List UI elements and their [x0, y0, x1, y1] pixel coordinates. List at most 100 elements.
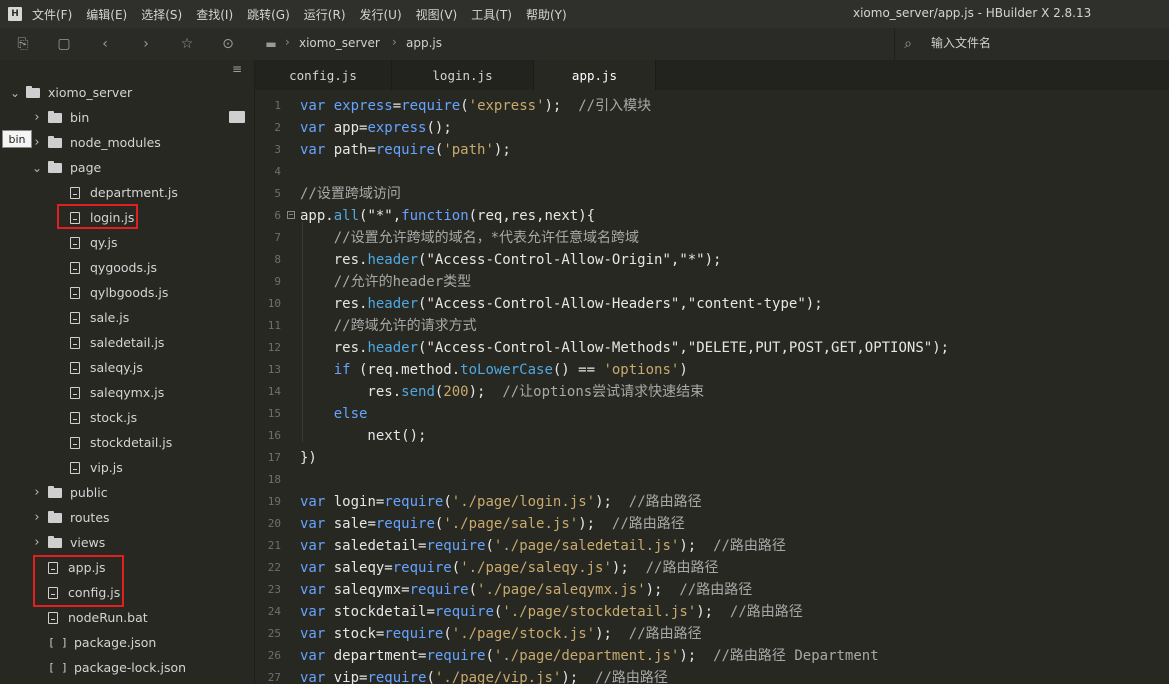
menu-find[interactable]: 查找(I) — [196, 6, 233, 23]
code-line[interactable]: 26 var department=require('./page/departm… — [255, 645, 1169, 667]
code-text: var vip=require('./page/vip.js'); //路由路径 — [300, 670, 668, 684]
line-number: 26 — [267, 649, 281, 662]
tab-config-js[interactable]: config.js — [255, 60, 392, 90]
tree-item[interactable]: › node_modules — [0, 130, 254, 155]
star-icon[interactable]: ☆ — [178, 35, 196, 53]
sidebar-menu-icon[interactable]: ≡ — [232, 62, 242, 76]
project-icon — [26, 85, 40, 98]
menu-goto[interactable]: 跳转(G) — [247, 6, 290, 23]
tree-item-label: nodeRun.bat — [68, 610, 148, 625]
breadcrumb-file[interactable]: app.js — [406, 36, 442, 50]
tree-item[interactable]: qylbgoods.js — [0, 280, 254, 305]
code-line[interactable]: 27 var vip=require('./page/vip.js'); //路由… — [255, 667, 1169, 684]
tree-item[interactable]: › bin — [0, 105, 254, 130]
chevron-down-icon[interactable]: ⌄ — [8, 86, 22, 100]
tree-item[interactable]: department.js — [0, 180, 254, 205]
save-icon[interactable]: ▢ — [55, 35, 73, 53]
code-line[interactable]: 23 var saleqymx=require('./page/saleqymx.… — [255, 579, 1169, 601]
forward-icon[interactable]: › — [137, 35, 155, 53]
menu-publish[interactable]: 发行(U) — [360, 6, 402, 23]
code-line[interactable]: 13 if (req.method.toLowerCase() == 'opti… — [255, 359, 1169, 381]
tree-item[interactable]: ⌄ page — [0, 155, 254, 180]
folder-icon: ▬ — [265, 37, 277, 51]
line-number: 17 — [267, 451, 281, 464]
line-number: 23 — [267, 583, 281, 596]
code-text: var app=express(); — [300, 120, 452, 136]
chevron-right-icon[interactable]: › — [30, 135, 44, 150]
open-folder-icon[interactable] — [229, 111, 245, 123]
line-number: 11 — [267, 319, 281, 332]
tree-item[interactable]: [ ] package-lock.json — [0, 655, 254, 680]
code-line[interactable]: 18 — [255, 469, 1169, 491]
code-line[interactable]: 12 res.header("Access-Control-Allow-Meth… — [255, 337, 1169, 359]
tree-item[interactable]: stock.js — [0, 405, 254, 430]
code-line[interactable]: 10 res.header("Access-Control-Allow-Head… — [255, 293, 1169, 315]
tree-item[interactable]: vip.js — [0, 455, 254, 480]
code-line[interactable]: 11 //跨域允许的请求方式 — [255, 315, 1169, 337]
chevron-right-icon[interactable]: › — [30, 535, 44, 550]
code-line[interactable]: 17}) — [255, 447, 1169, 469]
code-text: var express=require('express'); //引入模块 — [300, 98, 652, 114]
line-number: 16 — [267, 429, 281, 442]
chevron-right-icon[interactable]: › — [30, 510, 44, 525]
code-line[interactable]: 20 var sale=require('./page/sale.js'); //… — [255, 513, 1169, 535]
code-line[interactable]: 15 else — [255, 403, 1169, 425]
code-text: var saledetail=require('./page/saledetai… — [300, 538, 786, 554]
code-line[interactable]: 25 var stock=require('./page/stock.js'); … — [255, 623, 1169, 645]
tree-item[interactable]: sale.js — [0, 305, 254, 330]
tree-item[interactable]: saledetail.js — [0, 330, 254, 355]
back-icon[interactable]: ‹ — [96, 35, 114, 53]
tree-item-label: qylbgoods.js — [90, 285, 169, 300]
code-line[interactable]: 4 — [255, 161, 1169, 183]
code-text: if (req.method.toLowerCase() == 'options… — [333, 362, 688, 378]
fold-toggle-icon[interactable]: − — [287, 211, 295, 219]
file-icon — [70, 361, 80, 374]
menu-help[interactable]: 帮助(Y) — [526, 6, 567, 23]
tree-item[interactable]: stockdetail.js — [0, 430, 254, 455]
tree-item[interactable]: qygoods.js — [0, 255, 254, 280]
line-number: 18 — [267, 473, 281, 486]
menu-run[interactable]: 运行(R) — [304, 6, 346, 23]
code-line[interactable]: 8 res.header("Access-Control-Allow-Origi… — [255, 249, 1169, 271]
tree-item[interactable]: › views — [0, 530, 254, 555]
breadcrumb-project[interactable]: xiomo_server — [299, 36, 380, 50]
tree-item[interactable]: saleqymx.js — [0, 380, 254, 405]
chevron-down-icon[interactable]: ⌄ — [30, 161, 44, 175]
code-line[interactable]: 21 var saledetail=require('./page/saledet… — [255, 535, 1169, 557]
code-line[interactable]: 5 //设置跨域访问 — [255, 183, 1169, 205]
code-line[interactable]: 6− app.all("*",function(req,res,next){ — [255, 205, 1169, 227]
tree-item[interactable]: › routes — [0, 505, 254, 530]
new-file-icon[interactable]: ⎘ — [14, 35, 32, 53]
menu-view[interactable]: 视图(V) — [416, 6, 458, 23]
code-line[interactable]: 24 var stockdetail=require('./page/stockd… — [255, 601, 1169, 623]
menu-edit[interactable]: 编辑(E) — [86, 6, 127, 23]
file-icon — [70, 311, 80, 324]
tree-item[interactable]: nodeRun.bat — [0, 605, 254, 630]
tab-app-js[interactable]: app.js — [534, 60, 656, 90]
code-line[interactable]: 2 var app=express(); — [255, 117, 1169, 139]
tree-item[interactable]: [ ] package.json — [0, 630, 254, 655]
line-number: 20 — [267, 517, 281, 530]
code-line[interactable]: 14 res.send(200); //让options尝试请求快速结束 — [255, 381, 1169, 403]
tree-item[interactable]: saleqy.js — [0, 355, 254, 380]
menu-select[interactable]: 选择(S) — [141, 6, 182, 23]
chevron-right-icon[interactable]: › — [30, 485, 44, 500]
chevron-right-icon[interactable]: › — [30, 110, 44, 125]
tab-login-js[interactable]: login.js — [392, 60, 534, 90]
menu-tools[interactable]: 工具(T) — [471, 6, 512, 23]
code-line[interactable]: 3 var path=require('path'); — [255, 139, 1169, 161]
code-line[interactable]: 1 var express=require('express'); //引入模块 — [255, 95, 1169, 117]
code-editor[interactable]: 1 var express=require('express'); //引入模块 2… — [255, 90, 1169, 684]
code-line[interactable]: 16 next(); — [255, 425, 1169, 447]
tree-item[interactable]: › public — [0, 480, 254, 505]
code-line[interactable]: 9 //允许的header类型 — [255, 271, 1169, 293]
code-line[interactable]: 22 var saleqy=require('./page/saleqy.js')… — [255, 557, 1169, 579]
code-line[interactable]: 19 var login=require('./page/login.js'); … — [255, 491, 1169, 513]
run-icon[interactable]: ⊙ — [219, 35, 237, 53]
tree-item[interactable]: ⌄ xiomo_server — [0, 80, 254, 105]
tree-item[interactable]: qy.js — [0, 230, 254, 255]
folder-icon — [48, 110, 62, 123]
file-search-input[interactable] — [931, 36, 1151, 50]
code-line[interactable]: 7 //设置允许跨域的域名，*代表允许任意域名跨域 — [255, 227, 1169, 249]
menu-file[interactable]: 文件(F) — [32, 6, 72, 23]
